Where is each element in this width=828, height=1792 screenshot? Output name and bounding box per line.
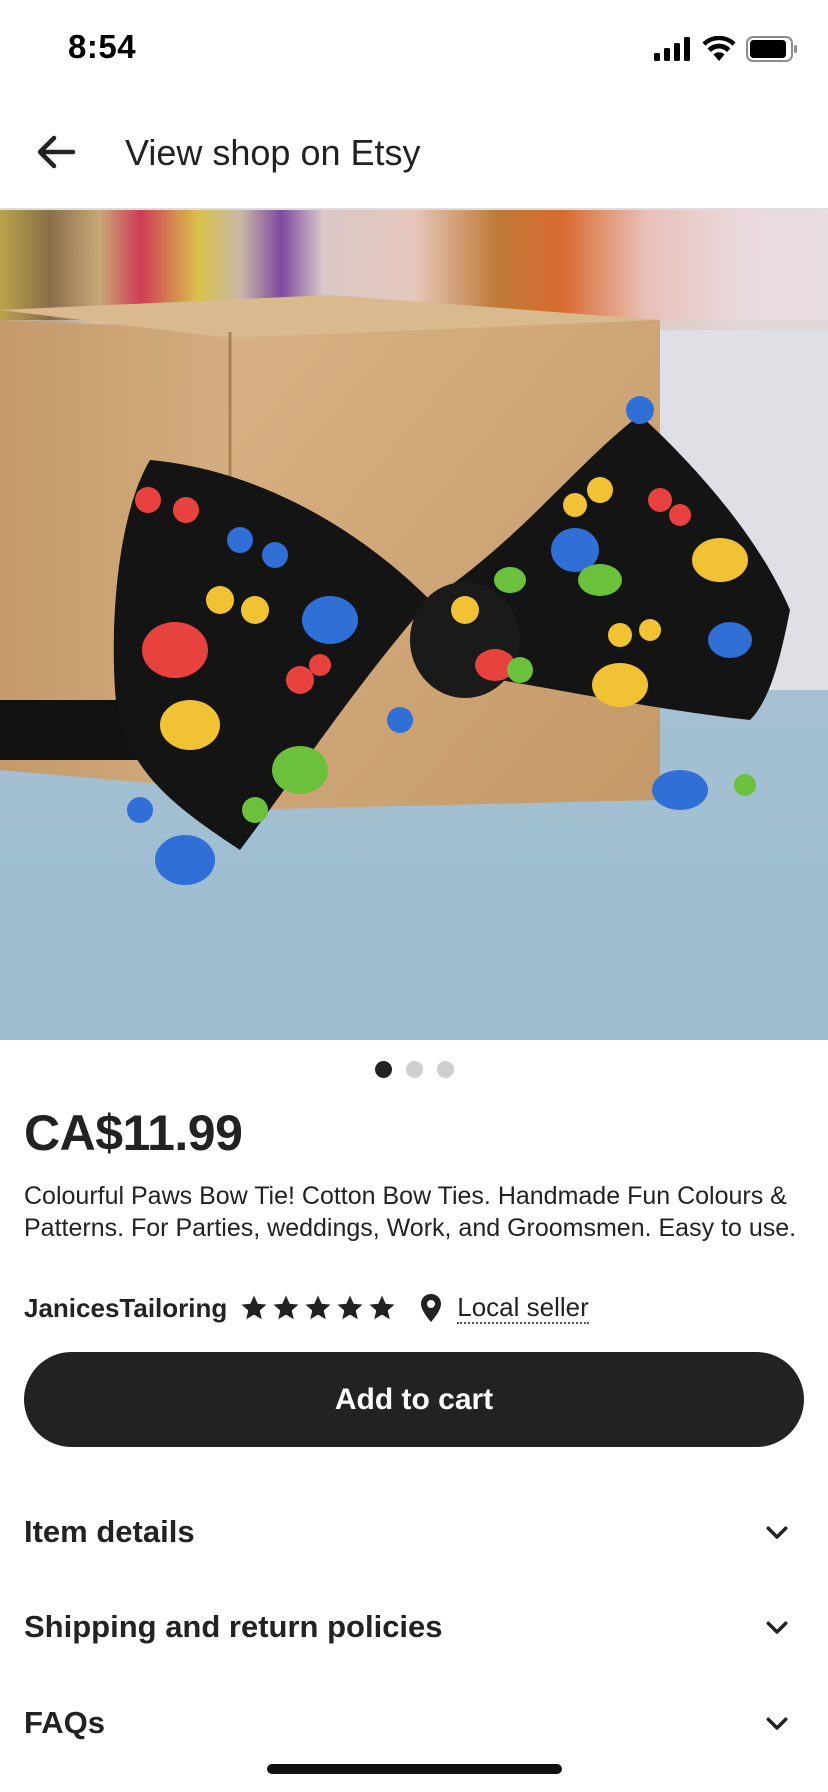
seller-row: JanicesTailoring Local seller	[24, 1288, 589, 1328]
carousel-dot-active[interactable]	[374, 1061, 392, 1078]
seller-name[interactable]: JanicesTailoring	[24, 1293, 227, 1324]
price: CA$11.99	[24, 1105, 243, 1161]
product-photo	[0, 210, 828, 1040]
chevron-down-icon	[766, 1526, 788, 1539]
battery-icon	[746, 36, 797, 62]
section-item-details[interactable]: Item details	[24, 1502, 804, 1562]
rating-stars	[239, 1293, 397, 1323]
section-label: FAQs	[24, 1705, 105, 1740]
carousel-dot[interactable]	[405, 1061, 423, 1078]
section-faqs[interactable]: FAQs	[24, 1693, 804, 1753]
chevron-down-icon	[766, 1717, 788, 1730]
status-icons	[654, 36, 798, 62]
section-label: Shipping and return policies	[24, 1609, 443, 1644]
section-shipping-policies[interactable]: Shipping and return policies	[24, 1597, 804, 1657]
carousel-dot[interactable]	[436, 1061, 454, 1078]
nav-title[interactable]: View shop on Etsy	[125, 132, 421, 174]
local-seller-link[interactable]: Local seller	[457, 1292, 589, 1324]
star-icon	[369, 1295, 395, 1320]
product-image-carousel[interactable]	[0, 210, 828, 1040]
arrow-left-icon	[37, 135, 76, 169]
status-time: 8:54	[68, 28, 137, 65]
wifi-icon	[702, 36, 736, 61]
star-icon	[273, 1295, 299, 1320]
star-icon	[337, 1295, 363, 1320]
star-icon	[305, 1295, 331, 1320]
nav-bar: View shop on Etsy	[0, 96, 828, 210]
back-button[interactable]	[26, 122, 86, 182]
chevron-down-icon	[766, 1621, 788, 1634]
status-bar: 8:54	[0, 0, 828, 96]
star-icon	[241, 1295, 267, 1320]
add-to-cart-button[interactable]: Add to cart	[24, 1352, 804, 1447]
carousel-dots	[0, 1061, 828, 1081]
signal-icon	[654, 37, 690, 61]
location-pin-icon	[421, 1294, 442, 1322]
home-indicator[interactable]	[267, 1764, 562, 1774]
section-label: Item details	[24, 1514, 195, 1549]
product-title: Colourful Paws Bow Tie! Cotton Bow Ties.…	[24, 1182, 797, 1242]
